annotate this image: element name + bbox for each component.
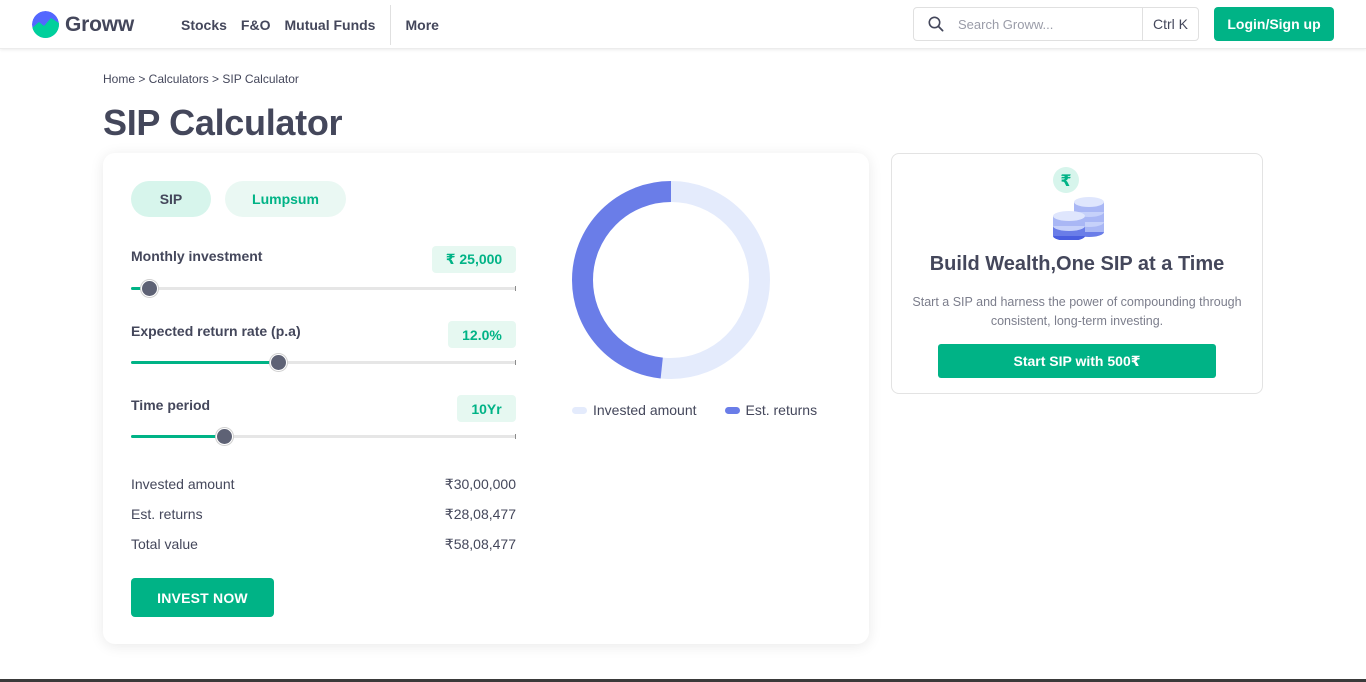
slider-track: [131, 287, 516, 290]
time-period-value[interactable]: 10Yr: [457, 395, 516, 422]
summary-returns-row: Est. returns ₹28,08,477: [131, 506, 516, 523]
invest-now-button[interactable]: INVEST NOW: [131, 578, 274, 617]
slider-thumb[interactable]: [141, 280, 158, 297]
promo-description: Start a SIP and harness the power of com…: [912, 295, 1242, 328]
groww-logo-icon: [32, 11, 59, 38]
monthly-investment-label: Monthly investment: [131, 248, 263, 264]
legend-returns-label: Est. returns: [745, 402, 818, 418]
search-shortcut-hint: Ctrl K: [1142, 8, 1198, 40]
login-signup-button[interactable]: Login/Sign up: [1214, 7, 1334, 41]
top-navbar: Groww Stocks F&O Mutual Funds More Ctrl …: [0, 0, 1366, 49]
time-period-slider[interactable]: [131, 427, 516, 447]
slider-thumb[interactable]: [216, 428, 233, 445]
rupee-symbol: ₹: [1060, 171, 1071, 190]
tab-sip[interactable]: SIP: [131, 181, 211, 217]
search-bar[interactable]: Ctrl K: [913, 7, 1199, 41]
search-input[interactable]: [958, 9, 1142, 39]
calculator-card: SIP Lumpsum Monthly investment ₹ 25,000 …: [103, 153, 869, 644]
page-title: SIP Calculator: [103, 102, 343, 143]
chart-legend: Invested amount Est. returns: [572, 402, 845, 418]
slider-end-mark: [515, 434, 516, 439]
nav-fno[interactable]: F&O: [241, 17, 271, 33]
brand-name: Groww: [65, 12, 135, 36]
monthly-investment-value[interactable]: ₹ 25,000: [432, 246, 516, 273]
slider-end-mark: [515, 360, 516, 365]
summary-returns-label: Est. returns: [131, 506, 203, 522]
rupee-coins-icon: ₹: [1053, 167, 1104, 240]
sip-donut-chart: [572, 181, 770, 379]
nav-more[interactable]: More: [405, 17, 438, 33]
summary-invested-row: Invested amount ₹30,00,000: [131, 476, 516, 493]
summary-invested-label: Invested amount: [131, 476, 235, 492]
promo-title: Build Wealth,One SIP at a Time: [929, 253, 1225, 275]
summary-invested-value: ₹30,00,000: [444, 476, 516, 492]
legend-swatch-invested: [572, 406, 587, 414]
monthly-investment-slider[interactable]: [131, 279, 516, 299]
promo-card: ₹ Build Wealth,One SIP at a Time Start a…: [891, 153, 1263, 394]
slider-fill: [131, 361, 279, 364]
summary-returns-value: ₹28,08,477: [444, 506, 516, 522]
legend-returns: Est. returns: [724, 402, 818, 418]
legend-invested: Invested amount: [572, 402, 697, 418]
start-sip-button[interactable]: Start SIP with 500₹: [938, 344, 1216, 378]
nav-divider: [390, 4, 392, 45]
return-rate-value[interactable]: 12.0%: [448, 321, 516, 348]
summary-total-row: Total value ₹58,08,477: [131, 536, 516, 553]
summary-total-label: Total value: [131, 536, 198, 552]
breadcrumb: Home > Calculators > SIP Calculator: [103, 72, 299, 86]
summary-total-value: ₹58,08,477: [444, 536, 516, 552]
nav-stocks[interactable]: Stocks: [181, 17, 227, 33]
slider-thumb[interactable]: [270, 354, 287, 371]
return-rate-label: Expected return rate (p.a): [131, 323, 301, 339]
search-icon[interactable]: [914, 8, 958, 40]
nav-mutual-funds[interactable]: Mutual Funds: [284, 17, 375, 33]
return-rate-slider[interactable]: [131, 353, 516, 373]
time-period-label: Time period: [131, 397, 211, 413]
slider-end-mark: [515, 286, 516, 291]
tab-lumpsum[interactable]: Lumpsum: [225, 181, 346, 217]
groww-logo[interactable]: Groww: [32, 11, 134, 38]
slider-fill: [131, 435, 225, 438]
main-nav: Stocks F&O Mutual Funds More: [181, 0, 453, 49]
legend-invested-label: Invested amount: [593, 402, 697, 418]
legend-swatch-returns: [724, 406, 740, 414]
